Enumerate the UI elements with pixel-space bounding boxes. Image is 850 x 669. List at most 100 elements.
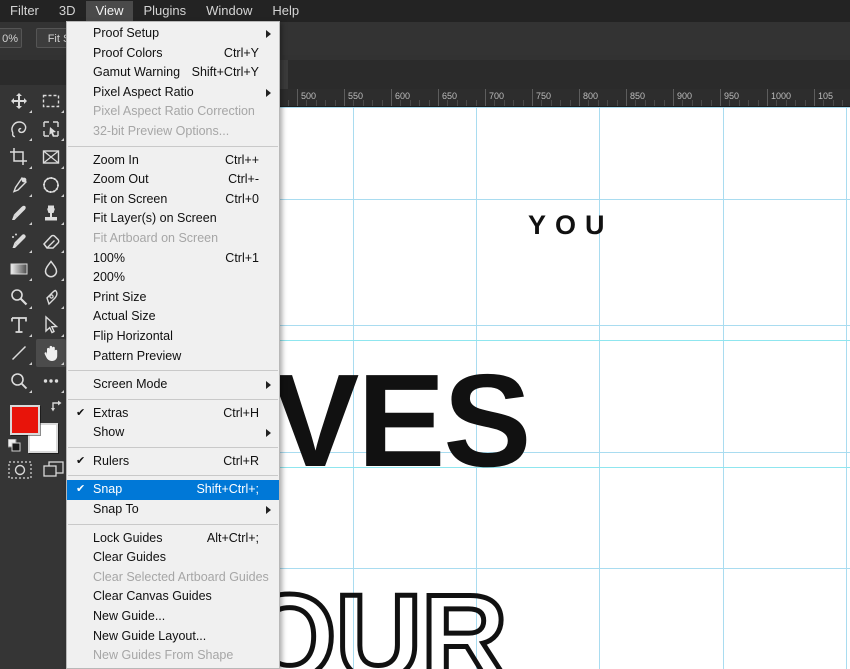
menu-item-label: Zoom Out — [93, 172, 149, 187]
ruler-minor-tick — [832, 100, 834, 106]
artwork-headline-you: YOU — [528, 210, 614, 240]
lasso-tool[interactable] — [4, 115, 34, 143]
ruler-tick: 105 — [814, 89, 833, 106]
marquee-tool[interactable] — [36, 87, 66, 115]
frame-tool[interactable] — [36, 143, 66, 171]
menu-item-shortcut: Ctrl+- — [228, 172, 259, 187]
spot-healing-brush-tool[interactable] — [36, 171, 66, 199]
guide-vertical[interactable] — [846, 107, 847, 669]
zoom-tool[interactable] — [4, 367, 34, 395]
hand-tool[interactable] — [36, 339, 66, 367]
ruler-minor-tick — [682, 100, 684, 106]
menu-item-show[interactable]: Show — [67, 423, 279, 443]
menu-item-fit-on-screen[interactable]: Fit on Screen Ctrl+0 — [67, 190, 279, 210]
ruler-minor-tick — [372, 100, 374, 106]
menu-item-label: Fit Artboard on Screen — [93, 230, 219, 245]
menubar-item-view[interactable]: View — [85, 0, 134, 22]
ruler-tick: 950 — [720, 89, 739, 106]
menu-item-label: Fit on Screen — [93, 191, 168, 206]
menu-item-snap[interactable]: ✔ Snap Shift+Ctrl+; — [67, 480, 279, 501]
menu-item-pattern-preview[interactable]: Pattern Preview — [67, 347, 279, 367]
menu-item-label: Pixel Aspect Ratio — [93, 84, 194, 99]
menu-item-screen-mode[interactable]: Screen Mode — [67, 375, 279, 395]
menu-separator — [68, 446, 278, 448]
menu-item-shortcut: Ctrl+H — [223, 405, 259, 420]
ruler-minor-tick — [419, 100, 421, 106]
menu-item-clear-guides[interactable]: Clear Guides — [67, 548, 279, 568]
eraser-tool[interactable] — [36, 227, 66, 255]
ruler-minor-tick — [776, 100, 778, 106]
menu-item-100[interactable]: 100% Ctrl+1 — [67, 249, 279, 269]
menubar-item-3d[interactable]: 3D — [49, 1, 86, 22]
brush-tool[interactable] — [4, 199, 34, 227]
menubar-item-help[interactable]: Help — [262, 1, 309, 22]
menu-item-shortcut: Alt+Ctrl+; — [206, 530, 259, 545]
menu-item-label: Pattern Preview — [93, 348, 182, 363]
ruler-tick-label: 700 — [489, 91, 505, 101]
menu-item-snap-to[interactable]: Snap To — [67, 500, 279, 520]
menu-item-label: Clear Selected Artboard Guides — [93, 569, 269, 584]
menu-item-label: Lock Guides — [93, 530, 163, 545]
menu-separator — [68, 398, 278, 400]
menu-item-print-size[interactable]: Print Size — [67, 288, 279, 308]
gradient-tool[interactable] — [4, 255, 34, 283]
default-colors-icon[interactable] — [7, 438, 22, 458]
ruler-minor-tick — [447, 100, 449, 106]
menu-item-flip-horizontal[interactable]: Flip Horizontal — [67, 327, 279, 347]
menu-item-proof-colors[interactable]: Proof Colors Ctrl+Y — [67, 44, 279, 64]
submenu-arrow-icon — [266, 88, 271, 97]
menubar-item-window[interactable]: Window — [196, 1, 262, 22]
menubar-item-filter[interactable]: Filter — [0, 1, 49, 22]
menu-item-zoom-in[interactable]: Zoom In Ctrl++ — [67, 151, 279, 171]
menu-item-200[interactable]: 200% — [67, 268, 279, 288]
ruler-tick-label: 1000 — [771, 91, 792, 101]
history-brush-tool[interactable] — [4, 227, 34, 255]
menu-item-zoom-out[interactable]: Zoom Out Ctrl+- — [67, 170, 279, 190]
menu-item-clear-canvas-guides[interactable]: Clear Canvas Guides — [67, 587, 279, 607]
menu-item-actual-size[interactable]: Actual Size — [67, 307, 279, 327]
menu-item-rulers[interactable]: ✔ Rulers Ctrl+R — [67, 452, 279, 472]
pen-tool[interactable] — [36, 283, 66, 311]
foreground-color-swatch[interactable] — [10, 405, 40, 435]
quick-mask-icon[interactable] — [8, 460, 32, 485]
swap-colors-icon[interactable] — [50, 399, 64, 418]
menu-item-fit-layer-s-on-screen[interactable]: Fit Layer(s) on Screen — [67, 209, 279, 229]
menu-item-pixel-aspect-ratio[interactable]: Pixel Aspect Ratio — [67, 83, 279, 103]
guide-vertical[interactable] — [599, 107, 600, 669]
ruler-minor-tick — [804, 100, 806, 106]
edit-toolbar-tool[interactable] — [36, 367, 66, 395]
menu-item-extras[interactable]: ✔ Extras Ctrl+H — [67, 404, 279, 424]
menu-item-label: Print Size — [93, 289, 147, 304]
submenu-arrow-icon — [266, 506, 271, 515]
eyedropper-tool[interactable] — [4, 171, 34, 199]
menu-item-lock-guides[interactable]: Lock Guides Alt+Ctrl+; — [67, 529, 279, 549]
blur-tool[interactable] — [36, 255, 66, 283]
path-selection-tool[interactable] — [36, 311, 66, 339]
zoom-level-input[interactable]: 0% — [0, 28, 22, 48]
ruler-tick-label: 600 — [395, 91, 411, 101]
object-selection-tool[interactable] — [36, 115, 66, 143]
move-tool[interactable] — [4, 87, 34, 115]
check-icon: ✔ — [76, 406, 86, 419]
screen-mode-icon[interactable] — [42, 460, 66, 485]
dodge-tool[interactable] — [4, 283, 34, 311]
menu-item-proof-setup[interactable]: Proof Setup — [67, 24, 279, 44]
check-icon: ✔ — [76, 454, 86, 467]
menubar-item-plugins[interactable]: Plugins — [133, 1, 196, 22]
menu-item-label: Rulers — [93, 453, 130, 468]
line-shape-tool[interactable] — [4, 339, 34, 367]
view-menu-dropdown[interactable]: Proof Setup Proof Colors Ctrl+Y Gamut Warni… — [66, 21, 280, 669]
type-tool[interactable] — [4, 311, 34, 339]
ruler-minor-tick — [550, 100, 552, 106]
guide-vertical[interactable] — [723, 107, 724, 669]
menu-item-new-guide[interactable]: New Guide... — [67, 607, 279, 627]
menu-item-shortcut: Ctrl+R — [223, 453, 259, 468]
crop-tool[interactable] — [4, 143, 34, 171]
menu-item-gamut-warning[interactable]: Gamut Warning Shift+Ctrl+Y — [67, 63, 279, 83]
ruler-tick: 550 — [344, 89, 363, 106]
menu-item-new-guide-layout[interactable]: New Guide Layout... — [67, 627, 279, 647]
ruler-tick-label: 850 — [630, 91, 646, 101]
clone-stamp-tool[interactable] — [36, 199, 66, 227]
menu-item-label: New Guide Layout... — [93, 628, 207, 643]
menu-item-shortcut: Shift+Ctrl+; — [196, 482, 259, 497]
